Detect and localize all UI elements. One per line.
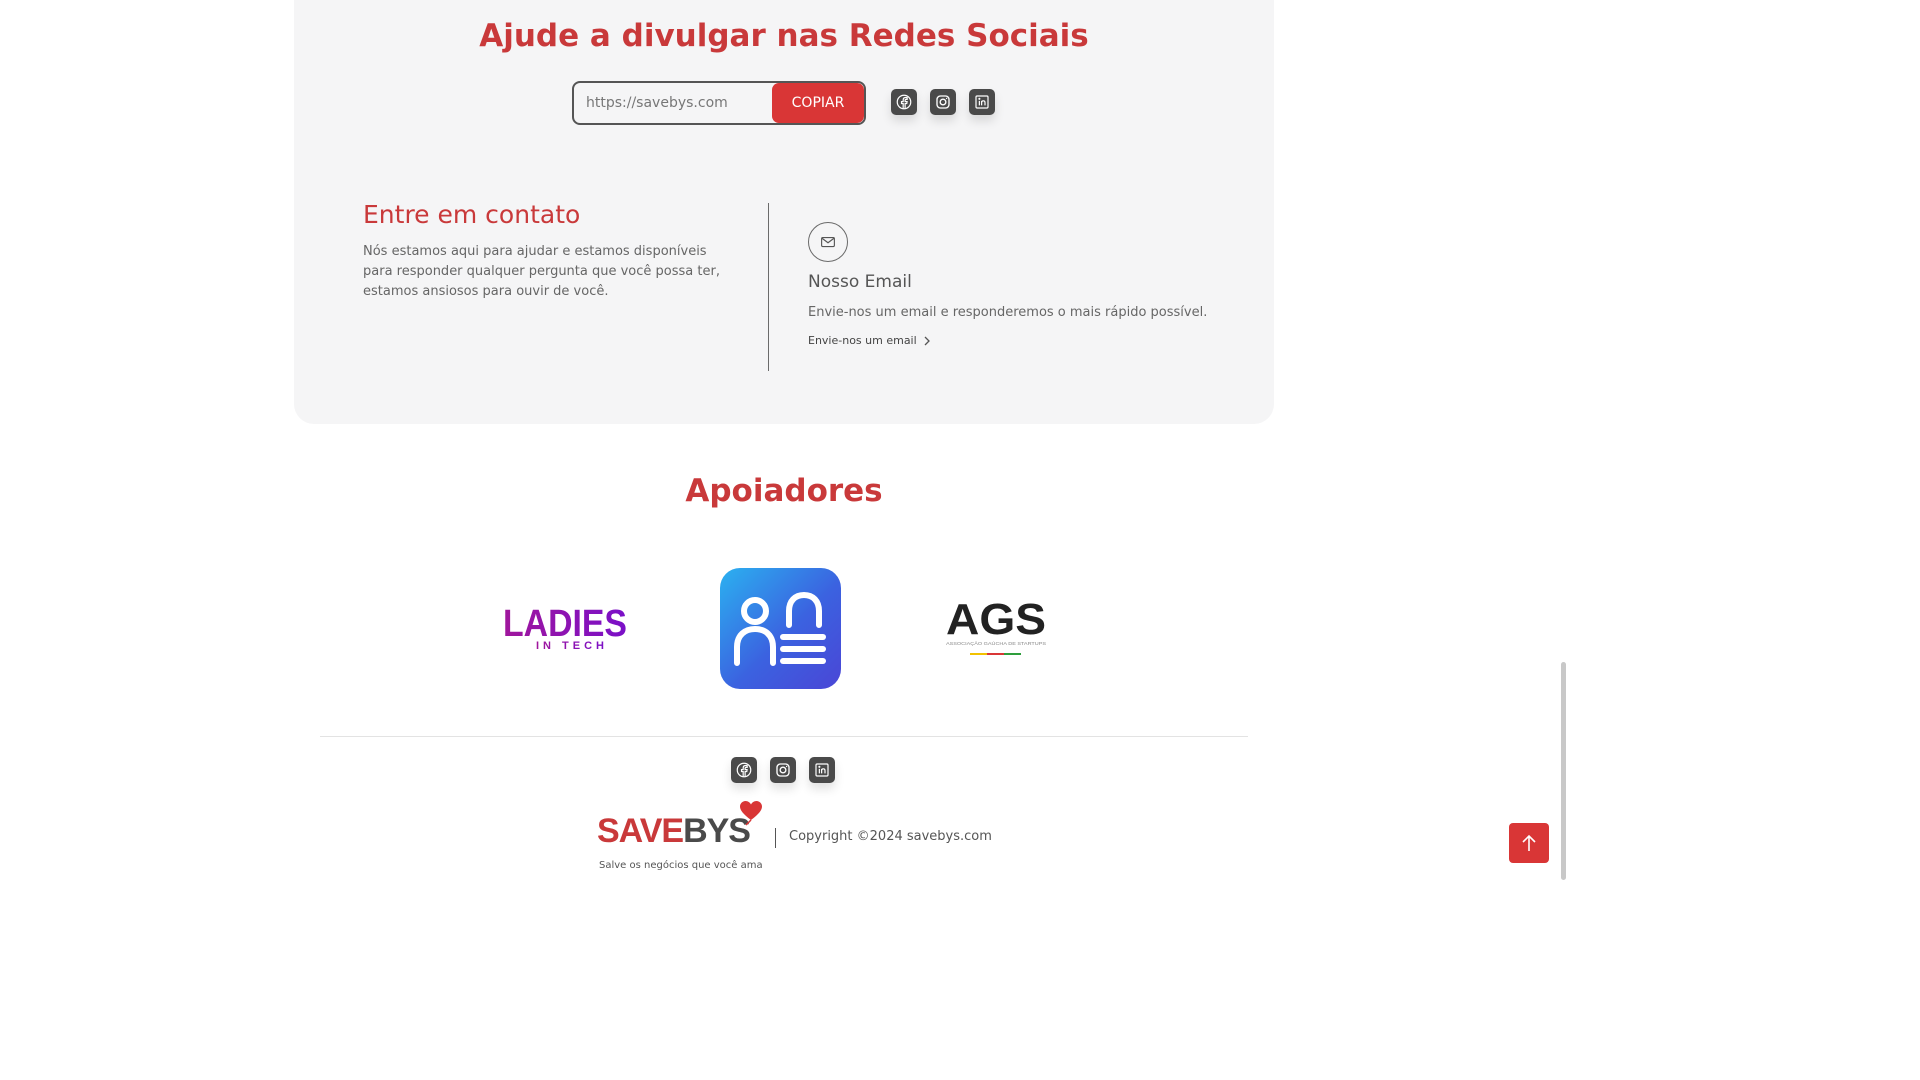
instagram-icon[interactable] xyxy=(930,89,956,115)
contact-description: Nós estamos aqui para ajudar e estamos d… xyxy=(363,244,720,299)
arrow-up-icon xyxy=(1522,834,1536,851)
facebook-icon[interactable] xyxy=(891,89,917,115)
footer-divider xyxy=(320,736,1248,737)
facebook-icon[interactable] xyxy=(731,757,757,783)
email-title: Nosso Email xyxy=(808,272,912,292)
ladies-in-tech-logo[interactable]: LADIES IN TECH xyxy=(502,604,628,652)
email-link[interactable]: Envie-nos um email xyxy=(808,334,931,347)
instagram-icon[interactable] xyxy=(770,757,796,783)
page: Ajude a divulgar nas Redes Sociais COPIA… xyxy=(0,0,1568,882)
user-list-icon xyxy=(733,591,826,666)
savebys-logo[interactable]: SAVEBYS Salve os negócios que você ama xyxy=(597,800,767,878)
ags-logo[interactable]: AGS ASSOCIAÇÃO GAÚCHA DE STARTUPS xyxy=(944,594,1048,660)
footer-social-links xyxy=(731,757,835,783)
ladies-logo-line2: IN TECH xyxy=(536,640,608,652)
back-to-top-button[interactable] xyxy=(1509,823,1549,863)
app-logo[interactable] xyxy=(720,568,841,689)
share-url-input[interactable] xyxy=(574,83,772,123)
ags-logo-letters: AGS xyxy=(946,595,1046,644)
ladies-logo-line1: LADIES xyxy=(503,604,627,645)
mail-icon xyxy=(808,222,848,262)
linkedin-icon[interactable] xyxy=(969,89,995,115)
copyright-text: Copyright ©2024 savebys.com xyxy=(789,829,992,844)
linkedin-icon[interactable] xyxy=(809,757,835,783)
email-link-label: Envie-nos um email xyxy=(808,334,917,347)
share-url-box: COPIAR xyxy=(572,81,866,125)
scrollbar-thumb[interactable] xyxy=(1561,662,1566,880)
contact-title: Entre em contato xyxy=(363,200,581,229)
share-title: Ajude a divulgar nas Redes Sociais xyxy=(479,18,1089,54)
email-description: Envie-nos um email e responderemos o mai… xyxy=(808,305,1208,320)
brand-tagline: Salve os negócios que você ama xyxy=(599,860,763,871)
chevron-right-icon xyxy=(924,336,930,345)
ags-logo-tagline: ASSOCIAÇÃO GAÚCHA DE STARTUPS xyxy=(946,640,1046,646)
copy-button[interactable]: COPIAR xyxy=(772,83,864,123)
heart-icon xyxy=(740,801,762,826)
supporters-title: Apoiadores xyxy=(685,473,883,509)
contact-divider xyxy=(768,203,769,371)
brand-separator xyxy=(775,828,776,848)
brand-name: SAVEBYS xyxy=(597,812,751,851)
share-social-links xyxy=(891,89,995,115)
brand-name-save: SAVE xyxy=(597,812,684,850)
